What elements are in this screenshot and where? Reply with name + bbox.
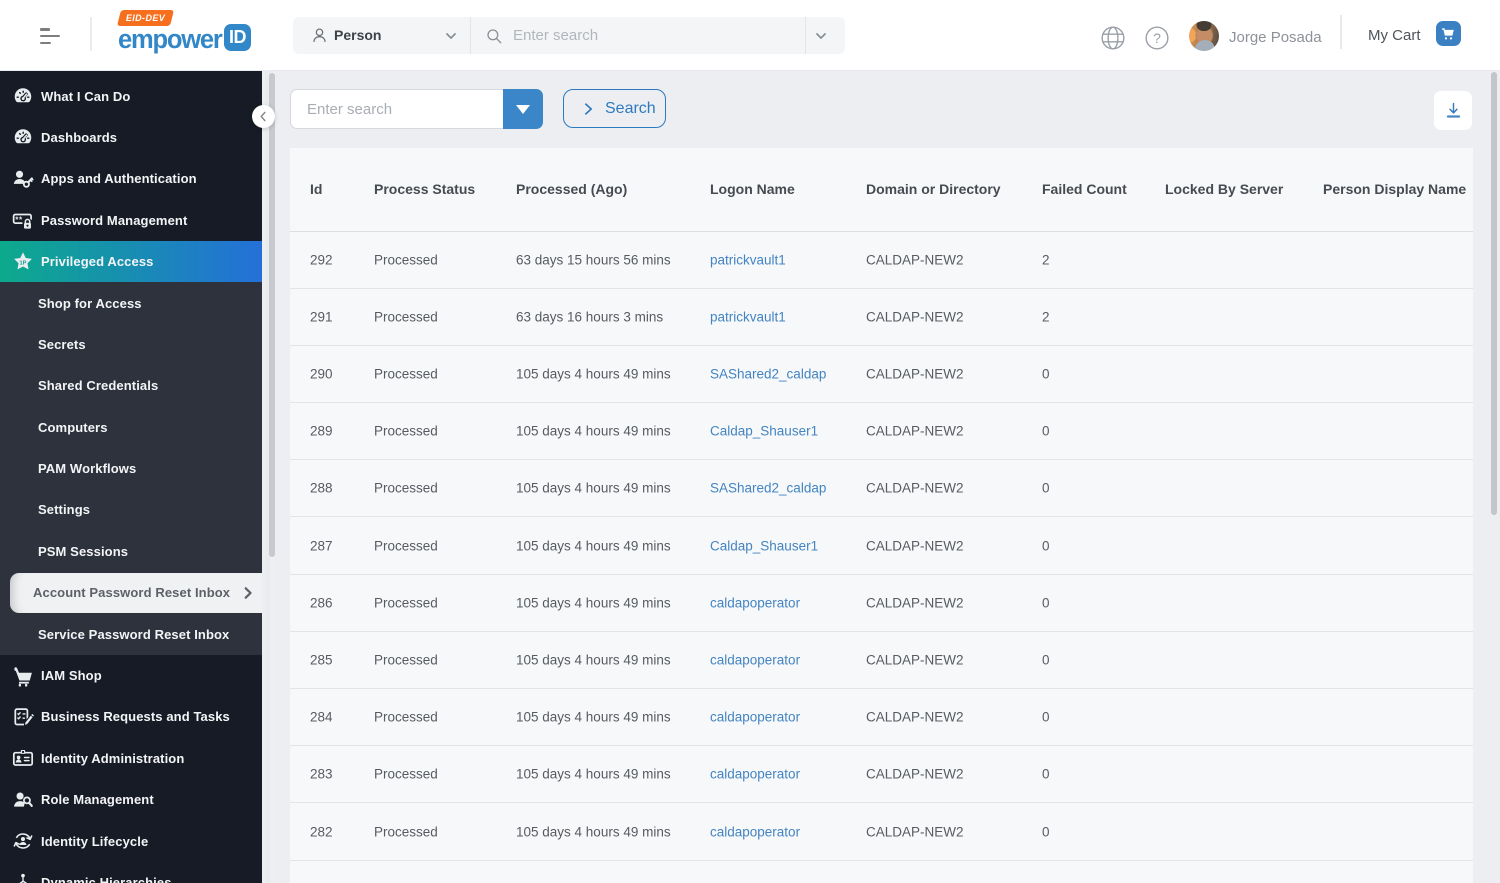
svg-text:1P: 1P <box>19 260 26 266</box>
svg-text:**: ** <box>15 216 23 225</box>
svg-text:?: ? <box>1153 30 1161 46</box>
